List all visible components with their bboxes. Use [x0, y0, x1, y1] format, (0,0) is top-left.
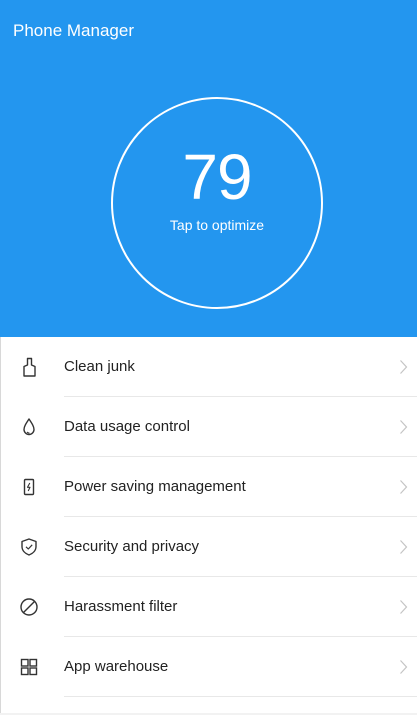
- chevron-right-icon: [400, 480, 408, 494]
- score-value: 79: [182, 141, 252, 213]
- clean-junk-icon: [18, 356, 40, 378]
- battery-icon: [18, 476, 40, 498]
- menu-item-harassment-filter[interactable]: Harassment filter: [0, 577, 417, 637]
- menu-label: Clean junk: [64, 358, 135, 375]
- divider: [64, 696, 417, 697]
- menu-item-power-saving[interactable]: Power saving management: [0, 457, 417, 517]
- shield-icon: [18, 536, 40, 558]
- menu-item-data-usage[interactable]: Data usage control: [0, 397, 417, 457]
- chevron-right-icon: [400, 420, 408, 434]
- data-drop-icon: [18, 416, 40, 438]
- optimize-score-button[interactable]: 79 Tap to optimize: [111, 97, 323, 309]
- menu-item-clean-junk[interactable]: Clean junk: [0, 337, 417, 397]
- chevron-right-icon: [400, 360, 408, 374]
- app-grid-icon: [18, 656, 40, 678]
- header-panel: Phone Manager 79 Tap to optimize: [0, 0, 417, 337]
- menu-label: Security and privacy: [64, 538, 200, 555]
- app-title: Phone Manager: [13, 21, 134, 40]
- phone-manager-screen: Phone Manager 79 Tap to optimize Clean j…: [0, 0, 417, 715]
- menu-label: Power saving management: [64, 478, 246, 495]
- menu-item-security-privacy[interactable]: Security and privacy: [0, 517, 417, 577]
- block-icon: [18, 596, 40, 618]
- menu-label: Harassment filter: [64, 598, 178, 615]
- chevron-right-icon: [400, 540, 408, 554]
- chevron-right-icon: [400, 660, 408, 674]
- feature-menu: Clean junk Data usage control Power savi…: [0, 337, 417, 697]
- menu-label: App warehouse: [64, 658, 169, 675]
- menu-item-app-warehouse[interactable]: App warehouse: [0, 637, 417, 697]
- menu-label: Data usage control: [64, 418, 190, 435]
- score-hint: Tap to optimize: [169, 217, 265, 233]
- chevron-right-icon: [400, 600, 408, 614]
